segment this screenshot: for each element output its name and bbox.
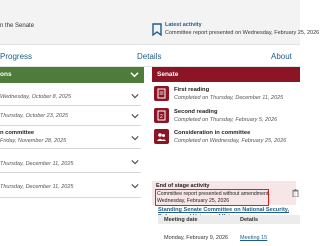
document-2-icon: 2 [154,108,169,123]
tab-details[interactable]: Details [137,52,161,61]
senate-stage-date: Completed on Thursday, February 5, 2026 [174,117,278,123]
senate-stage-consideration-in-committee[interactable]: Consideration in committee Completed on … [152,129,300,147]
stage-date: Thursday, December 11, 2025 [0,161,74,167]
meeting-date: Monday, February 9, 2026 [164,235,229,241]
stage-row[interactable]: Thursday, December 11, 2025 [0,152,141,173]
stage-date: Thursday, October 23, 2025 [0,113,69,119]
top-strip: n the Senate Latest activity Committee r… [0,0,319,45]
senate-stage-title: Second reading [174,109,218,115]
stage-row[interactable]: Thursday, December 11, 2025 [0,175,141,198]
intro-text: n the Senate [0,23,35,29]
end-of-stage-text-line2: Wednesday, February 25, 2026 [157,198,230,204]
stage-row[interactable]: n committee Friday, November 28, 2025 [0,127,141,149]
latest-activity-title: Latest activity [165,22,202,28]
senate-stage-second-reading[interactable]: 2 Second reading Completed on Thursday, … [152,108,300,126]
tab-progress[interactable]: Progress [0,52,32,61]
chevron-down-icon [131,136,139,141]
stage-row[interactable]: Wednesday, October 8, 2025 [0,87,141,106]
house-stages-header[interactable]: ons [0,67,144,83]
meetings-header-date: Meeting date [164,217,198,223]
bookmark-icon [152,23,162,36]
chevron-down-icon [131,184,139,189]
senate-stage-first-reading[interactable]: First reading Completed on Thursday, Dec… [152,86,300,104]
meeting-link[interactable]: Meeting 15 [240,235,267,241]
meetings-table-header: Meeting date Details [158,215,300,224]
stage-date: Friday, November 28, 2025 [0,138,67,144]
senate-stage-date: Completed on Wednesday, February 25, 202… [174,138,287,144]
trash-icon[interactable] [292,189,299,197]
chevron-down-icon [130,72,139,78]
table-row: Monday, February 9, 2026 Meeting 15 [158,234,300,246]
latest-activity: Latest activity Committee report present… [152,22,319,42]
house-stages-header-label: ons [0,71,12,78]
tab-bar: Progress Details About [0,44,300,67]
chevron-down-icon [131,160,139,165]
chevron-down-icon [131,114,139,119]
end-of-stage-text-line1: Committee report presented without amend… [157,191,270,197]
senate-header-label: Senate [157,71,179,78]
stage-title: n committee [0,130,35,136]
svg-text:2: 2 [160,114,163,120]
senate-header: Senate [152,67,300,82]
stage-row[interactable]: Thursday, October 23, 2025 [0,107,141,126]
end-of-stage-activity: End of stage activity Committee report p… [152,181,299,206]
senate-stage-date: Completed on Thursday, December 11, 2025 [174,95,284,101]
document-icon [154,86,169,101]
latest-activity-text: Committee report presented on Wednesday,… [165,30,320,36]
chevron-down-icon [131,94,139,99]
people-icon [154,129,169,144]
senate-stage-title: Consideration in committee [174,130,251,136]
stage-date: Wednesday, October 8, 2025 [0,94,72,100]
tab-about[interactable]: About [271,52,292,61]
meetings-header-details: Details [240,217,259,223]
senate-stage-title: First reading [174,87,210,93]
stage-date: Thursday, December 11, 2025 [0,184,74,190]
